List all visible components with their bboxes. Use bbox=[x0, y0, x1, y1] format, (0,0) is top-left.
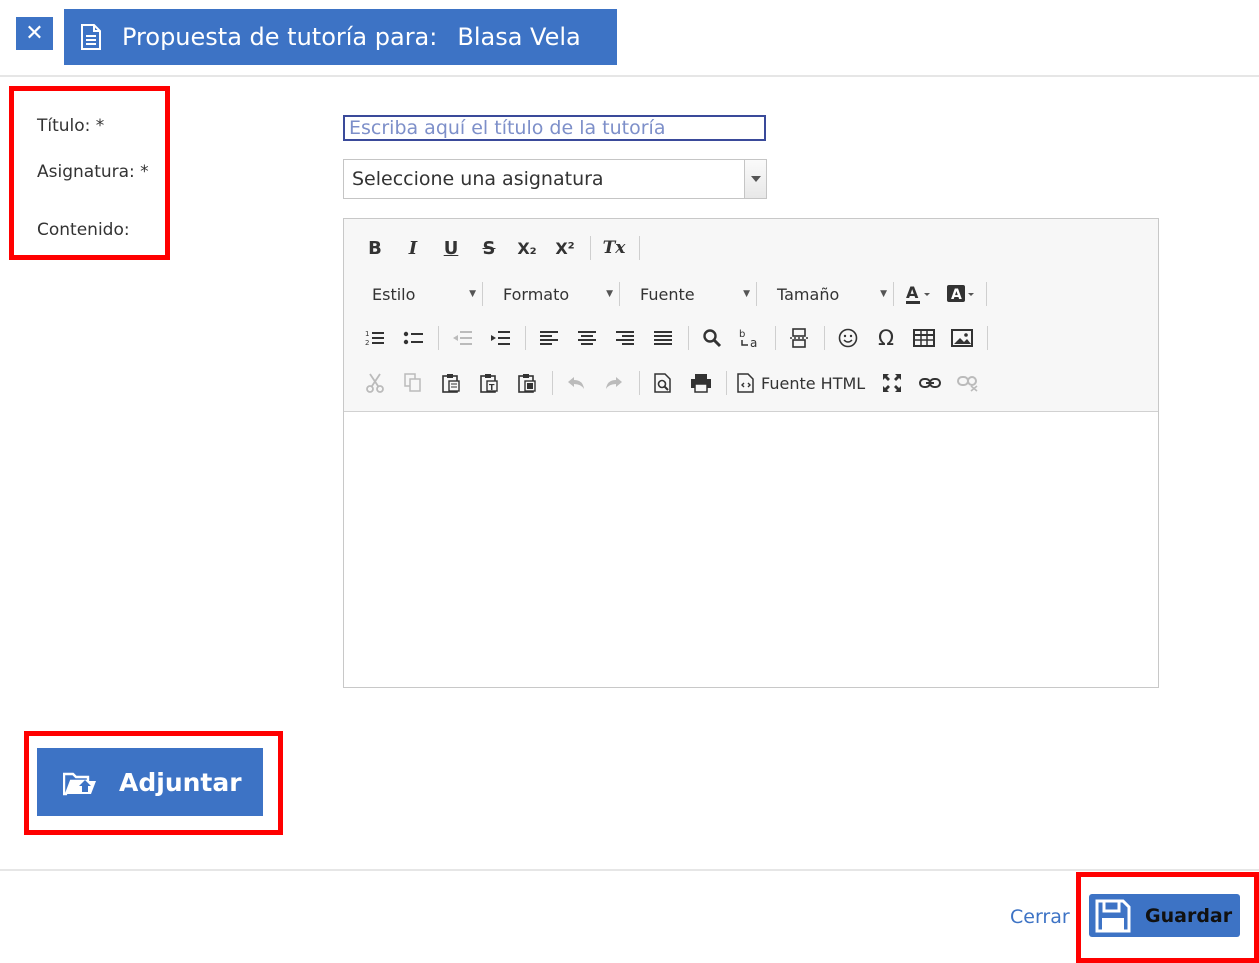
unlink-icon[interactable] bbox=[955, 370, 981, 396]
header-divider bbox=[0, 75, 1259, 77]
title-input[interactable] bbox=[343, 115, 766, 141]
toolbar-separator bbox=[756, 282, 757, 306]
size-combo-label: Tamaño bbox=[777, 284, 840, 304]
format-combo-label: Formato bbox=[503, 284, 570, 304]
save-button[interactable]: Guardar bbox=[1089, 894, 1240, 937]
replace-icon[interactable]: ba bbox=[737, 325, 763, 351]
close-dialog-button[interactable]: ✕ bbox=[16, 17, 53, 50]
toolbar-separator bbox=[438, 326, 439, 350]
svg-text:2: 2 bbox=[365, 339, 369, 347]
subject-selected-value: Seleccione una asignatura bbox=[352, 168, 604, 190]
remove-format-icon[interactable]: Tx bbox=[601, 235, 627, 261]
recipient-name: Blasa Vela bbox=[457, 23, 581, 51]
svg-text:b: b bbox=[739, 329, 745, 340]
upload-folder-icon bbox=[63, 768, 97, 796]
content-label: Contenido: bbox=[37, 220, 130, 240]
subscript-icon[interactable]: X₂ bbox=[514, 235, 540, 261]
svg-text:a: a bbox=[750, 336, 757, 348]
attach-label: Adjuntar bbox=[119, 767, 242, 797]
source-html-button[interactable]: Fuente HTML bbox=[737, 370, 865, 396]
svg-text:1: 1 bbox=[365, 330, 369, 338]
bold-icon[interactable]: B bbox=[362, 235, 388, 261]
caret-down-icon: ▼ bbox=[743, 289, 750, 299]
toolbar-separator bbox=[552, 371, 553, 395]
floppy-disk-icon bbox=[1095, 899, 1131, 933]
toolbar-separator bbox=[775, 326, 776, 350]
outdent-icon[interactable] bbox=[449, 325, 475, 351]
text-color-icon[interactable]: A bbox=[904, 281, 932, 307]
underline-icon[interactable]: U bbox=[438, 235, 464, 261]
editor-content-area[interactable] bbox=[344, 413, 1158, 687]
font-combo[interactable]: Fuente ▼ bbox=[630, 281, 756, 307]
style-combo-label: Estilo bbox=[372, 284, 416, 304]
preview-icon[interactable] bbox=[650, 370, 676, 396]
font-combo-label: Fuente bbox=[640, 284, 695, 304]
bulleted-list-icon[interactable] bbox=[400, 325, 426, 351]
undo-icon[interactable] bbox=[563, 370, 589, 396]
subject-select[interactable]: Seleccione una asignatura bbox=[343, 159, 767, 199]
toolbar-separator bbox=[726, 371, 727, 395]
format-combo[interactable]: Formato ▼ bbox=[493, 281, 619, 307]
close-link[interactable]: Cerrar bbox=[1010, 906, 1070, 928]
size-combo[interactable]: Tamaño ▼ bbox=[767, 281, 893, 307]
image-icon[interactable] bbox=[949, 325, 975, 351]
copy-icon[interactable] bbox=[400, 370, 426, 396]
toolbar-separator bbox=[688, 326, 689, 350]
toolbar-separator bbox=[893, 282, 894, 306]
italic-icon[interactable]: I bbox=[400, 235, 426, 261]
dialog-title-bar: Propuesta de tutoría para: Blasa Vela bbox=[64, 9, 617, 65]
caret-down-icon: ▼ bbox=[469, 289, 476, 299]
align-right-icon[interactable] bbox=[612, 325, 638, 351]
close-icon: ✕ bbox=[25, 21, 44, 46]
background-color-icon[interactable]: A bbox=[946, 281, 976, 307]
document-icon bbox=[80, 24, 104, 50]
link-icon[interactable] bbox=[917, 370, 943, 396]
chevron-down-icon[interactable] bbox=[744, 160, 766, 198]
toolbar-separator bbox=[639, 371, 640, 395]
title-label: Título: * bbox=[37, 116, 105, 136]
superscript-icon[interactable]: X² bbox=[552, 235, 578, 261]
paste-icon[interactable] bbox=[438, 370, 464, 396]
style-combo[interactable]: Estilo ▼ bbox=[362, 281, 482, 307]
table-icon[interactable] bbox=[911, 325, 937, 351]
toolbar-separator bbox=[986, 282, 987, 306]
toolbar-separator bbox=[525, 326, 526, 350]
svg-text:A: A bbox=[906, 283, 919, 302]
special-char-icon[interactable]: Ω bbox=[873, 325, 899, 351]
toolbar-separator bbox=[619, 282, 620, 306]
indent-icon[interactable] bbox=[487, 325, 513, 351]
footer-divider bbox=[0, 869, 1259, 871]
svg-text:A: A bbox=[951, 287, 962, 303]
dialog-title: Propuesta de tutoría para: bbox=[122, 23, 438, 51]
caret-down-icon: ▼ bbox=[606, 289, 613, 299]
print-icon[interactable] bbox=[688, 370, 714, 396]
toolbar-separator bbox=[639, 236, 640, 260]
find-icon[interactable] bbox=[699, 325, 725, 351]
cut-icon[interactable] bbox=[362, 370, 388, 396]
justify-icon[interactable] bbox=[650, 325, 676, 351]
editor-toolbar: B I U S X₂ X² Tx Estilo ▼ Formato ▼ Fuente… bbox=[344, 219, 1158, 412]
paste-text-icon[interactable]: T bbox=[476, 370, 502, 396]
redo-icon[interactable] bbox=[601, 370, 627, 396]
toolbar-separator bbox=[482, 282, 483, 306]
paste-word-icon[interactable] bbox=[514, 370, 540, 396]
toolbar-separator bbox=[987, 326, 988, 350]
attach-button[interactable]: Adjuntar bbox=[37, 748, 263, 816]
align-center-icon[interactable] bbox=[574, 325, 600, 351]
strikethrough-icon[interactable]: S bbox=[476, 235, 502, 261]
save-label: Guardar bbox=[1145, 904, 1233, 927]
page-break-icon[interactable] bbox=[786, 325, 812, 351]
subject-label: Asignatura: * bbox=[37, 162, 149, 182]
toolbar-separator bbox=[824, 326, 825, 350]
maximize-icon[interactable] bbox=[879, 370, 905, 396]
rich-text-editor: B I U S X₂ X² Tx Estilo ▼ Formato ▼ Fuente… bbox=[343, 218, 1159, 688]
numbered-list-icon[interactable]: 12 bbox=[362, 325, 388, 351]
smiley-icon[interactable] bbox=[835, 325, 861, 351]
align-left-icon[interactable] bbox=[536, 325, 562, 351]
svg-text:T: T bbox=[489, 383, 495, 392]
toolbar-separator bbox=[590, 236, 591, 260]
caret-down-icon: ▼ bbox=[880, 289, 887, 299]
source-html-label: Fuente HTML bbox=[761, 373, 866, 393]
